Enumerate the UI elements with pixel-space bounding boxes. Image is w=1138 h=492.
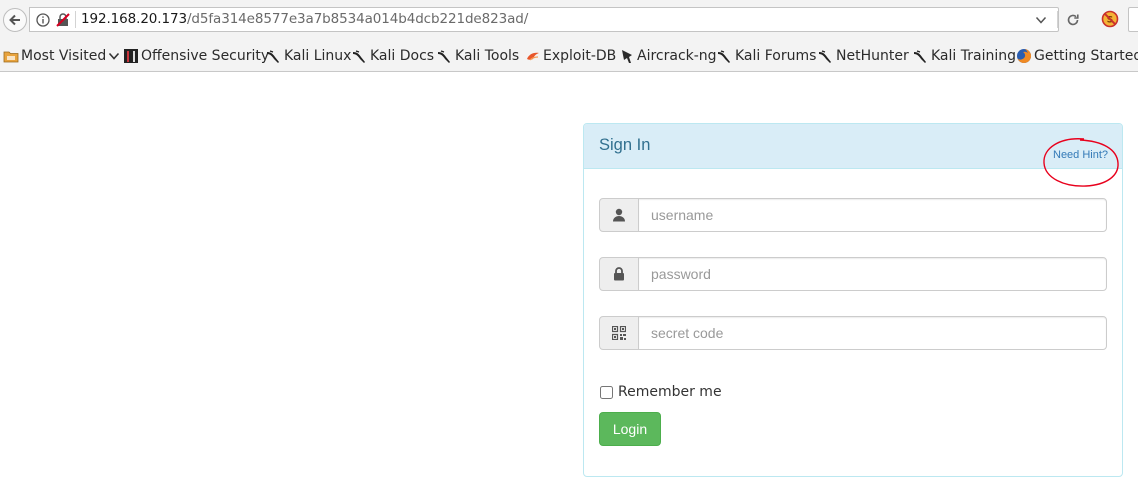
search-box[interactable] — [1128, 7, 1138, 32]
insecure-lock-icon[interactable] — [56, 13, 70, 27]
bookmark-label: NetHunter — [836, 48, 909, 64]
chevron-down-icon — [109, 52, 120, 60]
username-group — [599, 198, 1107, 232]
bookmark-kali-docs[interactable]: Kali Docs — [352, 46, 434, 66]
bookmark-kali-tools[interactable]: Kali Tools — [437, 46, 519, 66]
qrcode-icon — [612, 326, 626, 340]
address-bar[interactable]: 192.168.20.173/d5fa314e8577e3a7b8534a014… — [29, 7, 1079, 32]
noscript-icon[interactable]: S — [1101, 10, 1119, 28]
bookmark-label: Kali Forums — [735, 48, 817, 64]
hint-annotation-circle — [1043, 138, 1119, 187]
url-divider — [75, 11, 76, 28]
kali-dragon-icon — [437, 48, 453, 64]
url-text[interactable]: 192.168.20.173/d5fa314e8577e3a7b8534a014… — [81, 11, 528, 27]
bookmark-offensive-security[interactable]: Offensive Security — [123, 46, 269, 66]
lock-addon — [599, 257, 639, 291]
username-input[interactable] — [638, 198, 1107, 232]
password-group — [599, 257, 1107, 291]
url-path: /d5fa314e8577e3a7b8534a014b4dcb221de823a… — [186, 11, 529, 27]
bookmark-label: Kali Docs — [370, 48, 435, 64]
bookmark-label: Exploit-DB — [543, 48, 617, 64]
folder-icon — [3, 48, 19, 64]
url-divider-2 — [1057, 11, 1058, 28]
bookmark-nethunter[interactable]: NetHunter — [818, 46, 909, 66]
signin-panel: Sign In Need Hint? username secret code … — [583, 123, 1123, 477]
bookmark-label: Aircrack-ng — [637, 48, 717, 64]
bookmark-exploit-db[interactable]: Exploit-DB — [525, 46, 616, 66]
firefox-icon — [1016, 48, 1032, 64]
kali-dragon-icon — [717, 48, 733, 64]
panel-title: Sign In — [599, 136, 651, 154]
reload-icon[interactable] — [1065, 12, 1081, 28]
user-icon — [613, 208, 625, 222]
bookmark-label: Kali Training — [931, 48, 1016, 64]
bookmark-kali-forums[interactable]: Kali Forums — [717, 46, 816, 66]
password-input[interactable] — [638, 257, 1107, 291]
user-addon — [599, 198, 639, 232]
aircrack-icon — [619, 48, 635, 64]
url-host: 192.168.20.173 — [81, 11, 187, 27]
bookmark-label: Getting Started — [1034, 48, 1138, 64]
kali-dragon-icon — [266, 48, 282, 64]
back-button[interactable] — [3, 8, 27, 32]
chevron-down-icon[interactable] — [1035, 14, 1047, 26]
bookmark-label: Offensive Security — [141, 48, 270, 64]
bookmark-getting-started[interactable]: Getting Started — [1016, 46, 1138, 66]
bookmark-kali-linux[interactable]: Kali Linux — [266, 46, 351, 66]
bookmarks-toolbar: Most Visited Offensive Security Kali Lin… — [0, 41, 1138, 72]
remember-me-checkbox[interactable] — [600, 385, 613, 399]
browser-toolbar: 192.168.20.173/d5fa314e8577e3a7b8534a014… — [0, 0, 1138, 41]
qrcode-addon — [599, 316, 639, 350]
kali-dragon-icon — [352, 48, 368, 64]
secret-code-group — [599, 316, 1107, 350]
bookmark-most-visited[interactable]: Most Visited — [3, 46, 120, 66]
secret-code-input[interactable] — [638, 316, 1107, 350]
remember-me[interactable]: Remember me — [599, 384, 722, 400]
bookmark-label: Kali Tools — [455, 48, 520, 64]
kali-dragon-icon — [818, 48, 834, 64]
lock-icon — [614, 267, 624, 281]
login-button[interactable]: Login — [599, 412, 661, 446]
bookmark-aircrack-ng[interactable]: Aircrack-ng — [619, 46, 717, 66]
bookmark-kali-training[interactable]: Kali Training — [913, 46, 1016, 66]
exploitdb-icon — [525, 48, 541, 64]
remember-me-label: Remember me — [618, 384, 722, 400]
signin-panel-heading: Sign In Need Hint? — [584, 124, 1122, 187]
need-hint-link[interactable]: Need Hint? — [1053, 149, 1108, 161]
bookmark-label: Kali Linux — [284, 48, 352, 64]
info-icon[interactable] — [36, 13, 50, 27]
bookmark-label: Most Visited — [21, 48, 107, 64]
kali-dragon-icon — [913, 48, 929, 64]
offsec-icon — [123, 48, 139, 64]
back-arrow-icon — [9, 14, 20, 26]
